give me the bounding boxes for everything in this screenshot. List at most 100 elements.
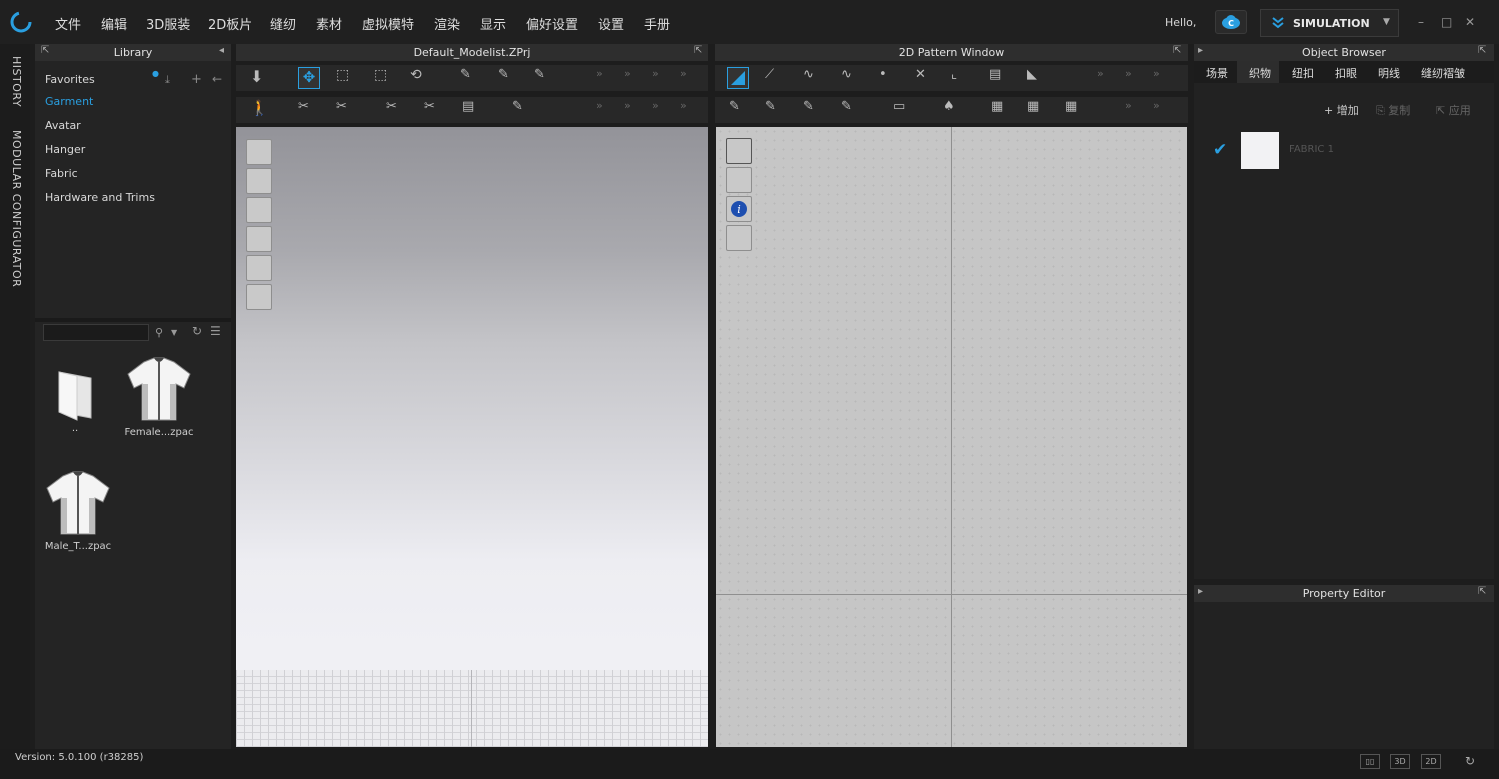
tab-seam-puckering[interactable]: 缝纫褶皱 <box>1421 65 1465 81</box>
library-item-hardware[interactable]: Hardware and Trims <box>45 191 155 204</box>
view-2d-button[interactable]: 2D <box>1421 754 1441 769</box>
layer-tool-icon[interactable]: ▤ <box>462 99 484 121</box>
split-view-icon[interactable]: ▯▯ <box>1360 754 1380 769</box>
show-fabric-icon[interactable] <box>246 226 272 252</box>
tab-scene[interactable]: 场景 <box>1206 65 1228 81</box>
menu-2d-pattern[interactable]: 2D板片 <box>208 14 252 33</box>
collapse-arrow-icon[interactable]: ◂ <box>219 45 224 56</box>
menu-3d-garment[interactable]: 3D服装 <box>146 14 190 33</box>
pin-tool-icon[interactable]: ✂ <box>298 99 320 121</box>
edit-sewing-2d-icon[interactable]: ✎ <box>803 99 825 121</box>
show-fabric-2d-icon[interactable] <box>726 225 752 251</box>
menu-materials[interactable]: 素材 <box>316 14 342 33</box>
undock-icon[interactable]: ⇱ <box>1478 45 1486 56</box>
dart-icon[interactable]: ◣ <box>1027 67 1049 89</box>
library-item-avatar[interactable]: Avatar <box>45 119 81 132</box>
tab-history[interactable]: HISTORY <box>10 56 23 107</box>
copy-button[interactable]: ⎘ 复制 <box>1376 102 1410 118</box>
polygon-icon[interactable]: ✕ <box>915 67 937 89</box>
show-trims-icon[interactable] <box>246 255 272 281</box>
undock-icon[interactable]: ⇱ <box>694 45 702 56</box>
undock-icon[interactable]: ⇱ <box>1478 586 1486 597</box>
add-icon[interactable]: + <box>191 72 202 87</box>
show-pattern-2d-icon[interactable] <box>726 167 752 193</box>
search-dropdown-icon[interactable]: ▼ <box>171 328 177 337</box>
overflow-icon[interactable]: » <box>624 67 646 89</box>
undock-icon[interactable]: ⇱ <box>41 45 49 56</box>
texture-edit-icon[interactable]: ♠ <box>943 99 965 121</box>
apply-button[interactable]: ⇱ 应用 <box>1436 102 1471 118</box>
segment-sewing-2d-icon[interactable]: ✎ <box>729 99 751 121</box>
overflow-icon[interactable]: » <box>680 99 702 121</box>
overflow-icon[interactable]: » <box>680 67 702 89</box>
3d-viewport[interactable] <box>236 127 708 747</box>
show-pattern-icon[interactable] <box>246 168 272 194</box>
menu-sewing[interactable]: 缝纫 <box>270 14 296 33</box>
checker-icon[interactable]: ▦ <box>1065 99 1087 121</box>
refresh-layout-icon[interactable]: ↻ <box>1465 754 1475 768</box>
overflow-icon[interactable]: » <box>596 99 618 121</box>
overflow-icon[interactable]: » <box>596 67 618 89</box>
select-move-tool-icon[interactable]: ✥ <box>298 67 320 89</box>
menu-file[interactable]: 文件 <box>55 14 81 33</box>
overflow-icon[interactable]: » <box>1125 99 1147 121</box>
overflow-icon[interactable]: » <box>1153 99 1175 121</box>
library-search-input[interactable] <box>43 324 149 341</box>
menu-avatar[interactable]: 虚拟模特 <box>362 14 414 33</box>
pattern-fill-icon[interactable]: ▦ <box>1027 99 1049 121</box>
graphic-icon[interactable]: ▦ <box>991 99 1013 121</box>
back-arrow-icon[interactable]: ← <box>212 72 222 86</box>
overflow-icon[interactable]: » <box>652 67 674 89</box>
rectangle-icon[interactable]: ⌞ <box>951 67 973 89</box>
tab-buttons[interactable]: 纽扣 <box>1292 65 1314 81</box>
library-item-fabric[interactable]: Fabric <box>45 167 78 180</box>
menu-manual[interactable]: 手册 <box>644 14 670 33</box>
checkmark-icon[interactable]: ✔ <box>1213 140 1227 160</box>
free-sewing-2d-icon[interactable]: ✎ <box>765 99 787 121</box>
cloud-button[interactable]: C <box>1215 10 1247 34</box>
info-icon[interactable]: i <box>726 196 752 222</box>
library-item-garment[interactable]: Garment <box>45 95 93 108</box>
select-mesh-box-icon[interactable]: ⬚ <box>336 67 358 89</box>
overflow-icon[interactable]: » <box>1153 67 1175 89</box>
library-item-hanger[interactable]: Hanger <box>45 143 85 156</box>
download-icon[interactable]: ⤓ <box>165 73 170 87</box>
iron-icon[interactable]: ▭ <box>893 99 915 121</box>
collapse-arrow-icon[interactable]: ▸ <box>1198 45 1203 56</box>
cut-tool-icon[interactable]: ✂ <box>424 99 446 121</box>
edit-curve-icon[interactable]: ∿ <box>803 67 825 89</box>
tab-buttonholes[interactable]: 扣眼 <box>1335 65 1357 81</box>
add-button[interactable]: + 增加 <box>1324 102 1359 118</box>
fabric-list-item[interactable]: ✔ FABRIC 1 <box>1194 130 1494 170</box>
show-baseline-icon[interactable] <box>726 138 752 164</box>
edit-point-icon[interactable]: ⟋ <box>765 67 787 89</box>
menu-edit[interactable]: 编辑 <box>101 14 127 33</box>
minimize-icon[interactable]: – <box>1418 15 1424 29</box>
close-icon[interactable]: ✕ <box>1465 15 1475 29</box>
tack-tool-icon[interactable]: ✂ <box>336 99 358 121</box>
undock-icon[interactable]: ⇱ <box>1173 45 1181 56</box>
list-view-icon[interactable]: ☰ <box>210 324 221 338</box>
transform-pattern-icon[interactable]: ⬚ <box>374 67 396 89</box>
library-file-male[interactable]: Male_T...zpac <box>39 470 117 560</box>
trace-icon[interactable]: ▤ <box>989 67 1011 89</box>
transform-pattern-tool-icon[interactable] <box>727 67 749 89</box>
overflow-icon[interactable]: » <box>1125 67 1147 89</box>
library-item-favorites[interactable]: Favorites <box>45 73 95 86</box>
panel-divider[interactable] <box>35 318 231 322</box>
tab-fabric[interactable]: 织物 <box>1249 65 1271 81</box>
simulate-tool-icon[interactable]: ⬇ <box>250 67 272 89</box>
add-point-icon[interactable]: • <box>879 67 901 89</box>
collapse-arrow-icon[interactable]: ▸ <box>1198 586 1203 597</box>
avatar-display-icon[interactable] <box>246 284 272 310</box>
maximize-icon[interactable]: □ <box>1441 15 1452 29</box>
edit-sewing-icon[interactable]: ✎ <box>534 67 556 89</box>
view-3d-button[interactable]: 3D <box>1390 754 1410 769</box>
library-file-folder[interactable]: .. <box>47 366 103 434</box>
fold-arrangement-icon[interactable]: ⟲ <box>410 67 432 89</box>
topstitch-tool-icon[interactable]: ✎ <box>512 99 534 121</box>
tab-modular-configurator[interactable]: MODULAR CONFIGURATOR <box>10 130 23 287</box>
menu-settings[interactable]: 设置 <box>598 14 624 33</box>
overflow-icon[interactable]: » <box>1097 67 1119 89</box>
fold-tool-icon[interactable]: ✂ <box>386 99 408 121</box>
